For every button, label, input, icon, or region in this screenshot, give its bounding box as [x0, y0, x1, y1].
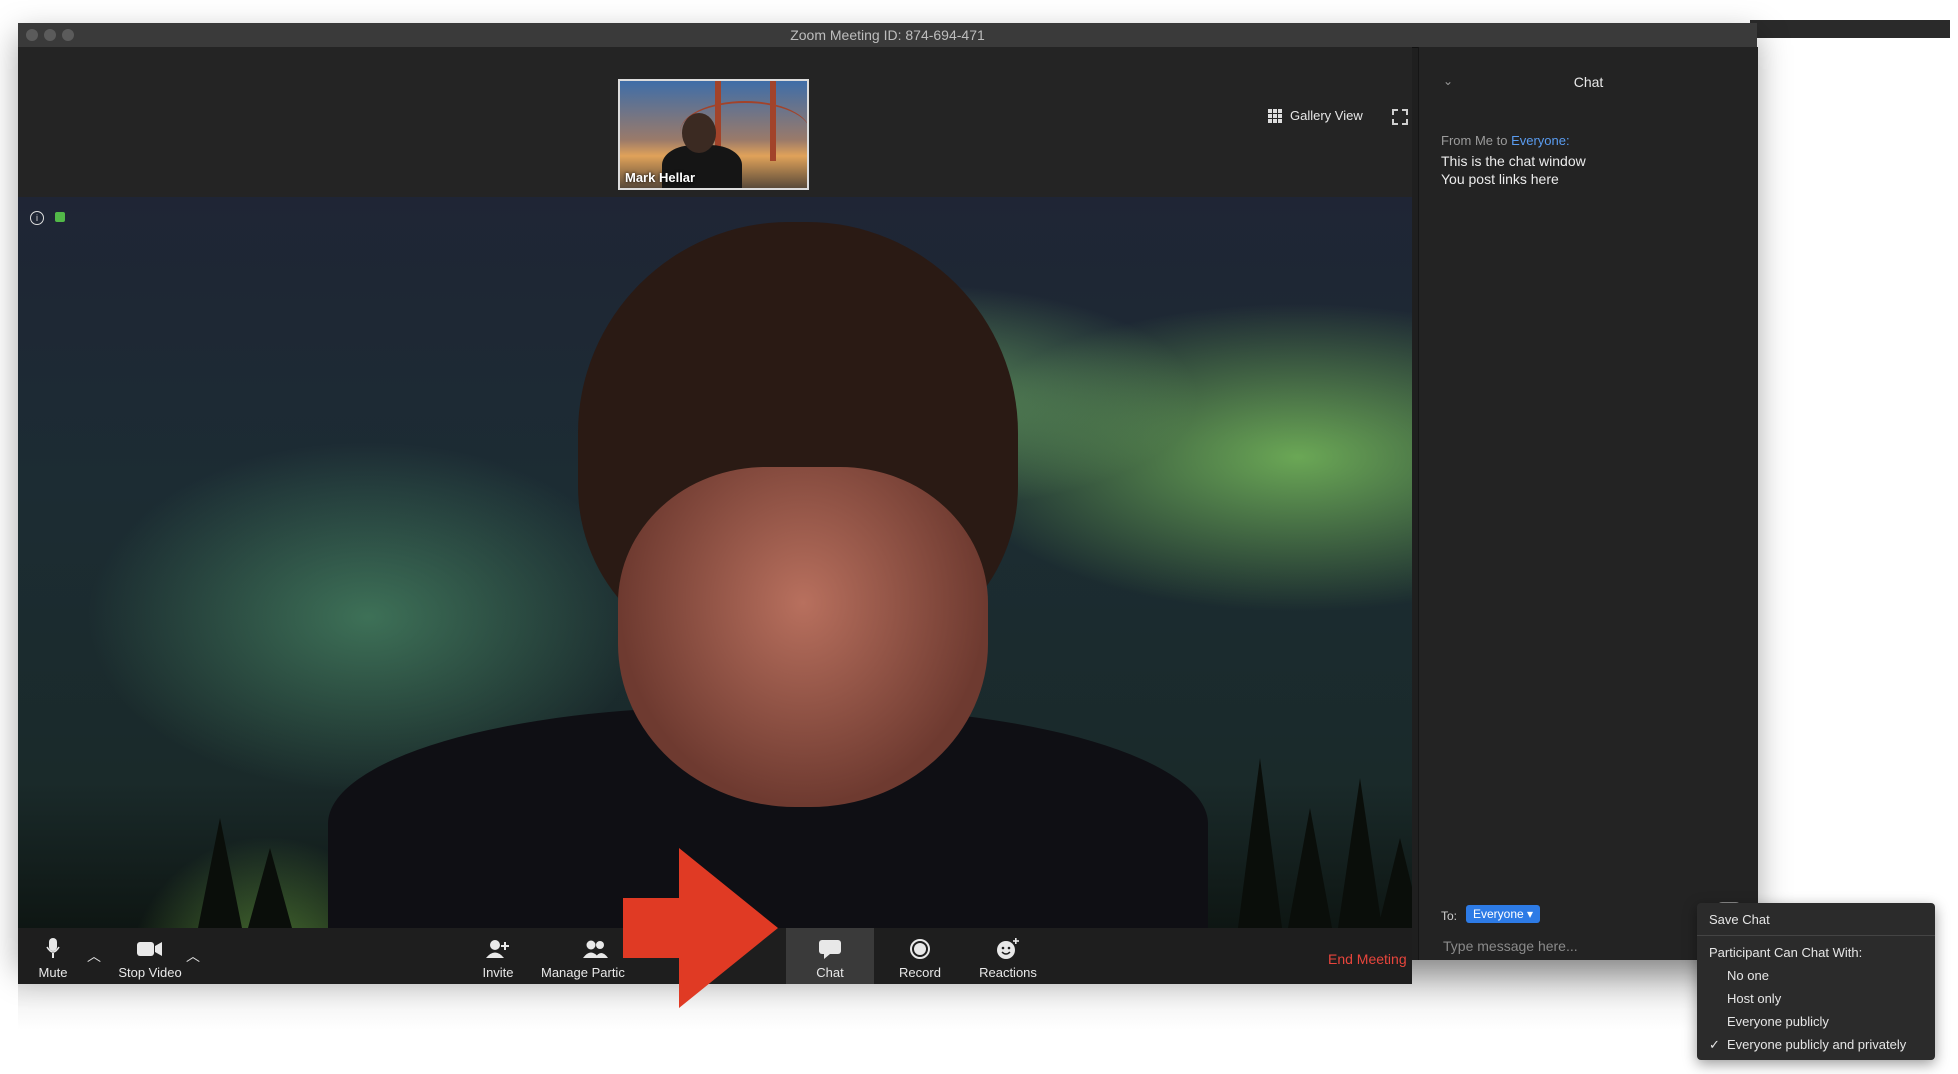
tree-silhouette [1378, 838, 1412, 928]
mute-label: Mute [38, 965, 68, 980]
video-camera-icon [137, 939, 163, 959]
chat-to-label: To: [1441, 909, 1458, 923]
zoom-window: Zoom Meeting ID: 874-694-471 Mark Hellar… [18, 23, 1758, 984]
chat-recipient-value: Everyone [1473, 907, 1524, 921]
manage-participants-label: Manage Partic [541, 965, 625, 980]
participant-name: Mark Hellar [625, 170, 696, 185]
red-arrow-annotation [623, 848, 778, 1008]
smiley-icon [995, 938, 1021, 959]
tree-silhouette [1338, 778, 1382, 928]
chat-options-menu: Save Chat Participant Can Chat With: No … [1697, 903, 1935, 1060]
thumbnail-person-head [682, 113, 716, 153]
title-bar: Zoom Meeting ID: 874-694-471 [18, 23, 1757, 48]
record-button[interactable]: Record [890, 928, 950, 984]
lock-icon[interactable] [55, 212, 65, 222]
tree-silhouette [1238, 758, 1282, 928]
gallery-view-button[interactable]: Gallery View [1268, 108, 1363, 123]
menu-option-no-one[interactable]: No one [1727, 968, 1769, 983]
caret-down-icon: ▾ [1527, 907, 1534, 921]
chat-message: You post links here [1441, 171, 1559, 187]
chat-button[interactable]: Chat [786, 928, 874, 984]
invite-button[interactable]: Invite [473, 928, 523, 984]
chat-recipient-dropdown[interactable]: Everyone ▾ [1466, 905, 1541, 923]
grid-icon [1268, 108, 1282, 123]
chat-title: Chat [1573, 74, 1604, 90]
participant-thumbnail[interactable]: Mark Hellar [618, 79, 809, 190]
window-title: Zoom Meeting ID: 874-694-471 [790, 27, 985, 43]
chat-from-target: Everyone: [1511, 133, 1570, 148]
microphone-icon [40, 938, 66, 959]
checkmark-icon: ✓ [1709, 1037, 1720, 1052]
end-meeting-button[interactable]: End Meeting [1328, 951, 1407, 967]
menu-option-everyone-publicly-and-privately[interactable]: Everyone publicly and privately [1727, 1037, 1906, 1052]
main-video: i [18, 197, 1412, 928]
stop-video-button[interactable]: Stop Video [110, 928, 190, 984]
fullscreen-icon[interactable] [1392, 109, 1408, 125]
tree-silhouette [1288, 808, 1332, 928]
info-icon[interactable]: i [30, 211, 44, 225]
reactions-button[interactable]: Reactions [973, 928, 1043, 984]
chat-label: Chat [816, 965, 844, 980]
tree-silhouette [198, 818, 242, 928]
menu-divider [1697, 935, 1935, 936]
participants-icon [583, 939, 609, 959]
menu-option-host-only[interactable]: Host only [1727, 991, 1781, 1006]
chat-message-input[interactable] [1441, 937, 1715, 955]
invite-label: Invite [482, 965, 514, 980]
audio-options-chevron-icon[interactable]: ︿ [87, 946, 101, 966]
background-dark-bar [1750, 20, 1950, 38]
bridge-tower [770, 81, 776, 161]
stop-video-label: Stop Video [118, 965, 182, 980]
video-options-chevron-icon[interactable]: ︿ [186, 946, 200, 966]
chat-from-prefix: From Me to [1441, 133, 1512, 148]
gallery-view-label: Gallery View [1290, 108, 1363, 123]
record-label: Record [899, 965, 941, 980]
tree-silhouette [248, 848, 292, 928]
chat-permission-heading: Participant Can Chat With: [1709, 945, 1863, 960]
add-person-icon [485, 939, 511, 959]
record-icon [907, 939, 933, 959]
chat-panel: ⌄ Chat From Me to Everyone: This is the … [1418, 47, 1758, 960]
person-face [618, 467, 988, 807]
save-chat-menu-item[interactable]: Save Chat [1709, 912, 1770, 927]
mute-button[interactable]: Mute [28, 928, 78, 984]
chat-message: This is the chat window [1441, 153, 1586, 169]
chat-sender-line: From Me to Everyone: [1441, 133, 1570, 148]
chat-bubble-icon [817, 939, 843, 959]
meeting-stage: Mark Hellar Gallery View i Mute ︿ Stop V… [18, 47, 1412, 984]
reactions-label: Reactions [979, 965, 1037, 980]
menu-option-everyone-publicly[interactable]: Everyone publicly [1727, 1014, 1829, 1029]
